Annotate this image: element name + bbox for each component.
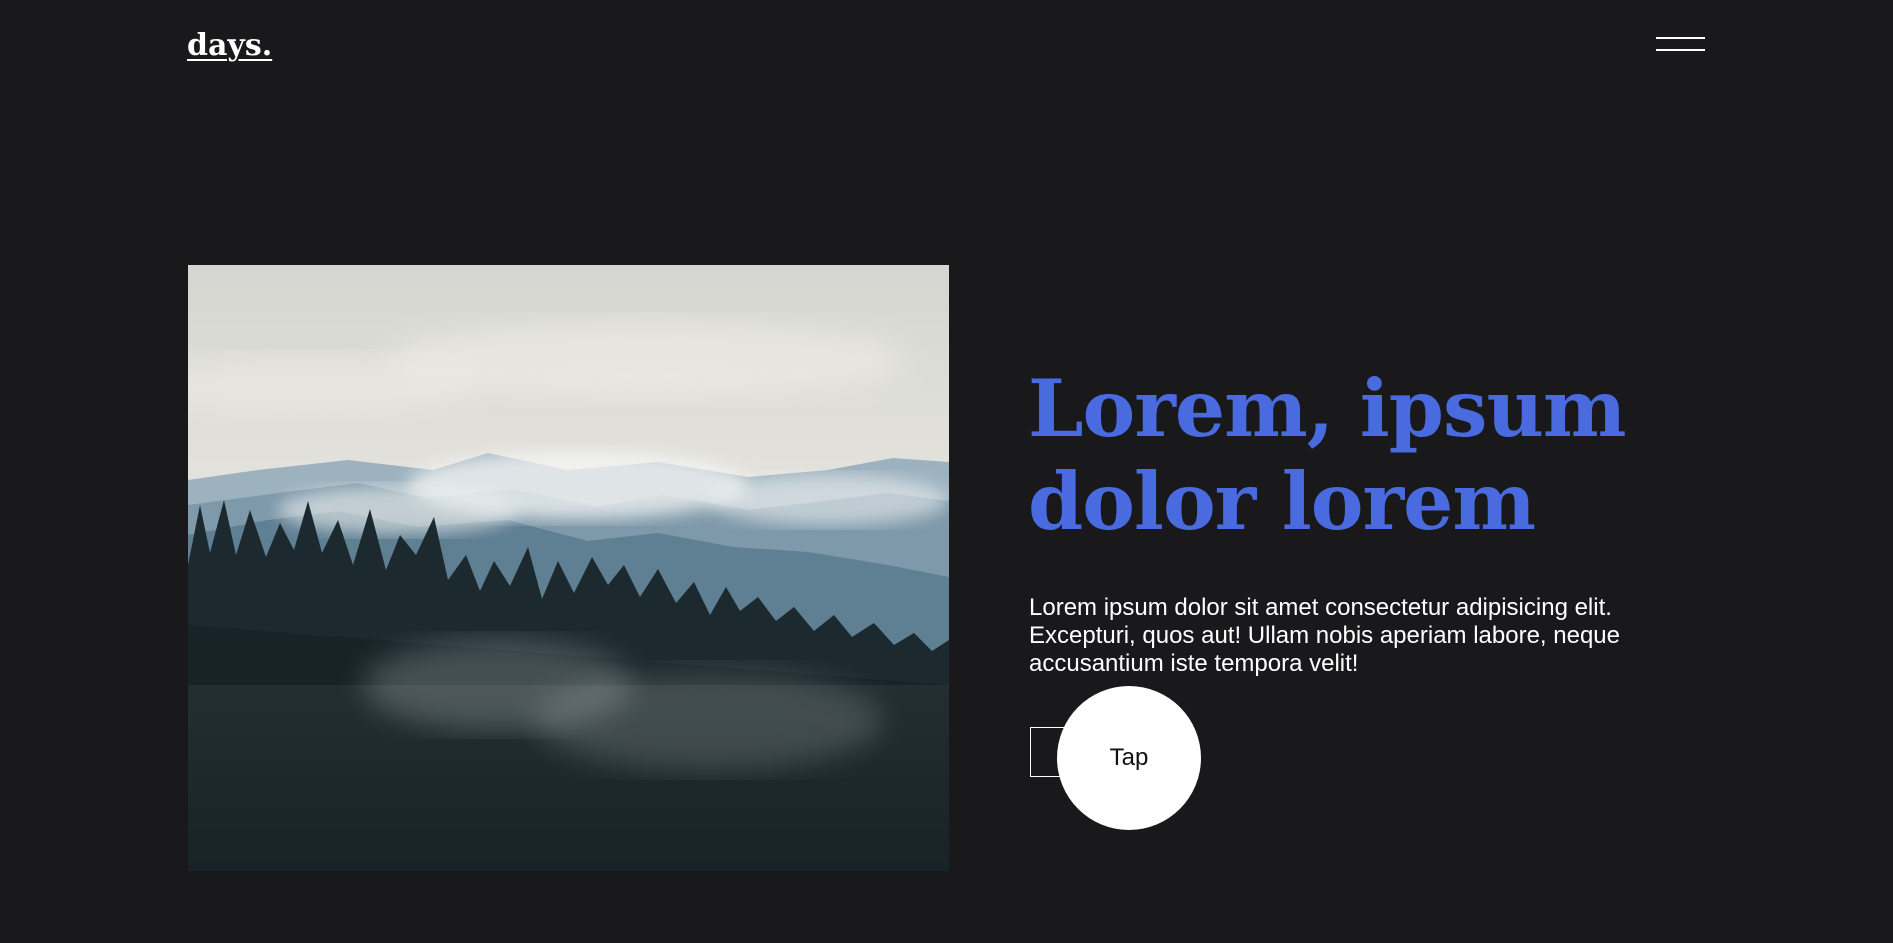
tap-button[interactable]: Tap — [1057, 686, 1201, 830]
landing-page: days. Lorem, ipsum dolor lorem Lorem ips… — [0, 0, 1893, 943]
hero-description: Lorem ipsum dolor sit amet consectetur a… — [1029, 594, 1620, 677]
hero-image — [188, 265, 949, 871]
hamburger-menu-button[interactable] — [1656, 36, 1705, 56]
hamburger-menu-icon — [1656, 37, 1705, 39]
misty-mountains-image — [188, 265, 949, 871]
tap-button-label: Tap — [1109, 744, 1149, 771]
logo-link[interactable]: days. — [187, 26, 272, 66]
hamburger-menu-icon-line — [1656, 49, 1705, 51]
hero-headline: Lorem, ipsum dolor lorem — [1028, 362, 1626, 548]
